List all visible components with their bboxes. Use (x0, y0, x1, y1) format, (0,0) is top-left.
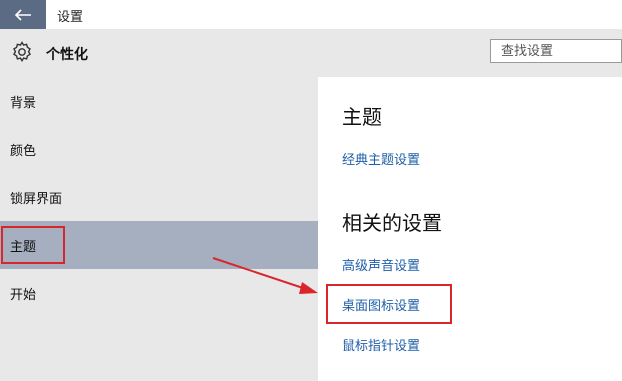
sidebar: 背景 颜色 锁屏界面 主题 开始 (0, 77, 318, 381)
page-header: 个性化 (0, 29, 622, 77)
search-input[interactable] (490, 39, 622, 63)
sidebar-item-label: 开始 (10, 288, 37, 303)
classic-theme-settings-link[interactable]: 经典主题设置 (342, 149, 420, 168)
sidebar-item-label: 背景 (10, 96, 37, 111)
sidebar-item-label: 颜色 (10, 144, 37, 159)
back-arrow-icon (14, 8, 31, 21)
sidebar-item-label: 锁屏界面 (10, 192, 63, 207)
back-button[interactable] (0, 0, 46, 29)
gear-icon (13, 41, 31, 63)
annotation-highlight-box (326, 284, 452, 324)
advanced-sound-settings-link[interactable]: 高级声音设置 (342, 255, 420, 274)
mouse-pointer-settings-link[interactable]: 鼠标指针设置 (342, 335, 420, 354)
sidebar-item-lock-screen[interactable]: 锁屏界面 (0, 173, 318, 221)
sidebar-item-themes[interactable]: 主题 (0, 221, 318, 269)
main-content: 主题 经典主题设置 相关的设置 高级声音设置 桌面图标设置 鼠标指针设置 (318, 77, 622, 381)
sidebar-item-start[interactable]: 开始 (0, 269, 318, 317)
page-title: 个性化 (46, 47, 88, 63)
section-heading-related: 相关的设置 (342, 211, 442, 235)
title-bar: 设置 (0, 0, 622, 29)
window-title: 设置 (57, 10, 84, 25)
annotation-highlight-box (1, 226, 65, 264)
sidebar-item-colors[interactable]: 颜色 (0, 125, 318, 173)
section-heading-theme: 主题 (342, 105, 382, 129)
sidebar-item-background[interactable]: 背景 (0, 77, 318, 125)
